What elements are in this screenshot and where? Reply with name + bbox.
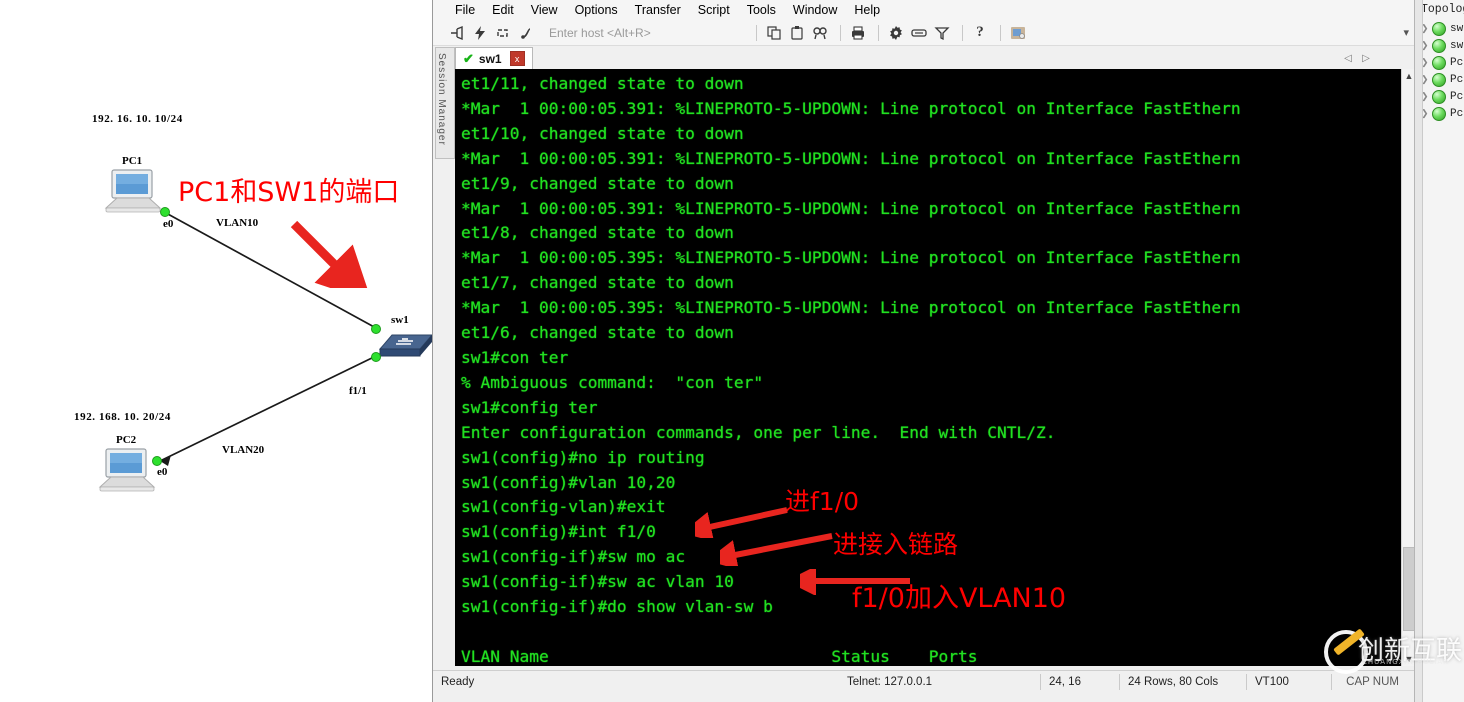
toolbar: Enter host <Alt+R> ? ▾ xyxy=(433,20,1415,46)
session-manager-label: Session Manager xyxy=(436,53,447,146)
session-options-icon[interactable] xyxy=(1008,23,1028,43)
status-screen-size: 24 Rows, 80 Cols xyxy=(1128,676,1219,688)
tab-close-icon[interactable]: x xyxy=(509,51,525,66)
status-dot-icon xyxy=(1432,38,1446,53)
connect-icon[interactable] xyxy=(447,23,467,43)
switch-port-f1-1-dot xyxy=(371,352,381,362)
app-root: 192. 16. 10. 10/24 PC1 e0 192. 168. 10. … xyxy=(0,0,1464,702)
menu-view[interactable]: View xyxy=(531,3,558,17)
tab-strip: ✔ sw1 x ◁ ▷ xyxy=(455,47,1415,70)
terminal-annotation-1: 进f1/0 xyxy=(785,487,860,516)
tab-sw1-label: sw1 xyxy=(478,51,502,66)
reconnect-icon[interactable] xyxy=(493,23,513,43)
pc2-port-dot xyxy=(152,456,162,466)
status-emulation: VT100 xyxy=(1255,676,1289,688)
menu-options[interactable]: Options xyxy=(575,3,618,17)
filter-icon[interactable] xyxy=(932,23,952,43)
keymap-icon[interactable] xyxy=(909,23,929,43)
toolbar-overflow-chevron-icon[interactable]: ▾ xyxy=(1403,26,1409,39)
status-ready: Ready xyxy=(441,676,475,688)
securecrt-window: File Edit View Options Transfer Script T… xyxy=(432,0,1417,702)
menu-tools[interactable]: Tools xyxy=(747,3,776,17)
quick-connect-icon[interactable] xyxy=(470,23,490,43)
menu-transfer[interactable]: Transfer xyxy=(635,3,681,17)
status-connection: Telnet: 127.0.0.1 xyxy=(847,676,933,688)
menu-window[interactable]: Window xyxy=(793,3,837,17)
vlan20-link-label: VLAN20 xyxy=(222,444,265,456)
switch-name-label: sw1 xyxy=(391,314,409,326)
tab-sw1[interactable]: ✔ sw1 x xyxy=(455,47,533,69)
diagram-annotation-arrow xyxy=(290,220,368,288)
menu-file[interactable]: File xyxy=(455,3,475,17)
paste-icon[interactable] xyxy=(787,23,807,43)
toolbar-divider-5 xyxy=(1000,24,1001,41)
status-cursor-position: 24, 16 xyxy=(1049,676,1081,688)
topology-item-label: Pc xyxy=(1450,56,1464,69)
tab-connected-check-icon: ✔ xyxy=(463,50,474,66)
session-manager-panel[interactable]: Session Manager xyxy=(435,47,455,159)
print-icon[interactable] xyxy=(848,23,868,43)
diagram-annotation-text: PC1和SW1的端口 xyxy=(178,177,400,208)
terminal-annotation-arrow-2 xyxy=(720,533,833,566)
status-dot-icon xyxy=(1432,55,1446,70)
tab-scroll-right-icon[interactable]: ▷ xyxy=(1359,51,1373,65)
pc1-icon[interactable] xyxy=(104,168,162,216)
terminal-annotation-arrow-3 xyxy=(800,569,910,595)
status-dot-icon xyxy=(1432,89,1446,104)
menu-bar: File Edit View Options Transfer Script T… xyxy=(433,0,1415,20)
status-bar: Ready Telnet: 127.0.0.1 24, 16 24 Rows, … xyxy=(433,670,1415,693)
topology-item-label: sw xyxy=(1450,39,1464,52)
topology-item-label: sw xyxy=(1450,22,1464,35)
terminal-annotation-2: 进接入链路 xyxy=(833,530,959,559)
find-icon[interactable] xyxy=(810,23,830,43)
host-input[interactable]: Enter host <Alt+R> xyxy=(549,26,749,40)
copy-icon[interactable] xyxy=(764,23,784,43)
settings-icon[interactable] xyxy=(886,23,906,43)
pc2-port-label: e0 xyxy=(157,466,168,478)
toolbar-divider-4 xyxy=(962,24,963,41)
topology-item-label: Pc xyxy=(1450,107,1464,120)
help-icon[interactable]: ? xyxy=(970,23,990,43)
tab-scroll-left-icon[interactable]: ◁ xyxy=(1341,51,1355,65)
topology-item-label: Pc xyxy=(1450,73,1464,86)
topology-panel-splitter[interactable] xyxy=(1415,0,1423,702)
network-topology-diagram[interactable]: 192. 16. 10. 10/24 PC1 e0 192. 168. 10. … xyxy=(0,0,432,702)
topology-item-label: Pc xyxy=(1450,90,1464,103)
status-dot-icon xyxy=(1432,21,1446,36)
diagram-links xyxy=(159,212,377,466)
pc1-name-label: PC1 xyxy=(122,155,143,167)
f1-1-link-label: f1/1 xyxy=(349,385,367,397)
topology-panel[interactable]: Topology ❯ sw ❯ sw ❯ Pc ❯ Pc ❯ Pc ❯ xyxy=(1414,0,1464,702)
pc1-port-dot xyxy=(160,207,170,217)
menu-help[interactable]: Help xyxy=(854,3,880,17)
status-dot-icon xyxy=(1432,72,1446,87)
pc2-icon[interactable] xyxy=(98,447,156,495)
pc1-port-label: e0 xyxy=(163,218,174,230)
pc2-ip-label: 192. 168. 10. 20/24 xyxy=(74,411,171,423)
terminal-screen[interactable]: et1/11, changed state to down *Mar 1 00:… xyxy=(455,69,1401,666)
vlan10-link-label: VLAN10 xyxy=(216,217,259,229)
pc1-ip-label: 192. 16. 10. 10/24 xyxy=(92,113,183,125)
menu-script[interactable]: Script xyxy=(698,3,730,17)
pc2-name-label: PC2 xyxy=(116,434,137,446)
status-indicators: CAP NUM xyxy=(1346,676,1399,688)
menu-edit[interactable]: Edit xyxy=(492,3,514,17)
toolbar-divider-3 xyxy=(878,24,879,41)
switch-icon[interactable] xyxy=(378,327,432,361)
switch-port-f1-0-dot xyxy=(371,324,381,334)
status-dot-icon xyxy=(1432,106,1446,121)
connect-sftp-icon[interactable] xyxy=(516,23,536,43)
toolbar-divider-2 xyxy=(840,24,841,41)
toolbar-divider-1 xyxy=(756,24,757,41)
